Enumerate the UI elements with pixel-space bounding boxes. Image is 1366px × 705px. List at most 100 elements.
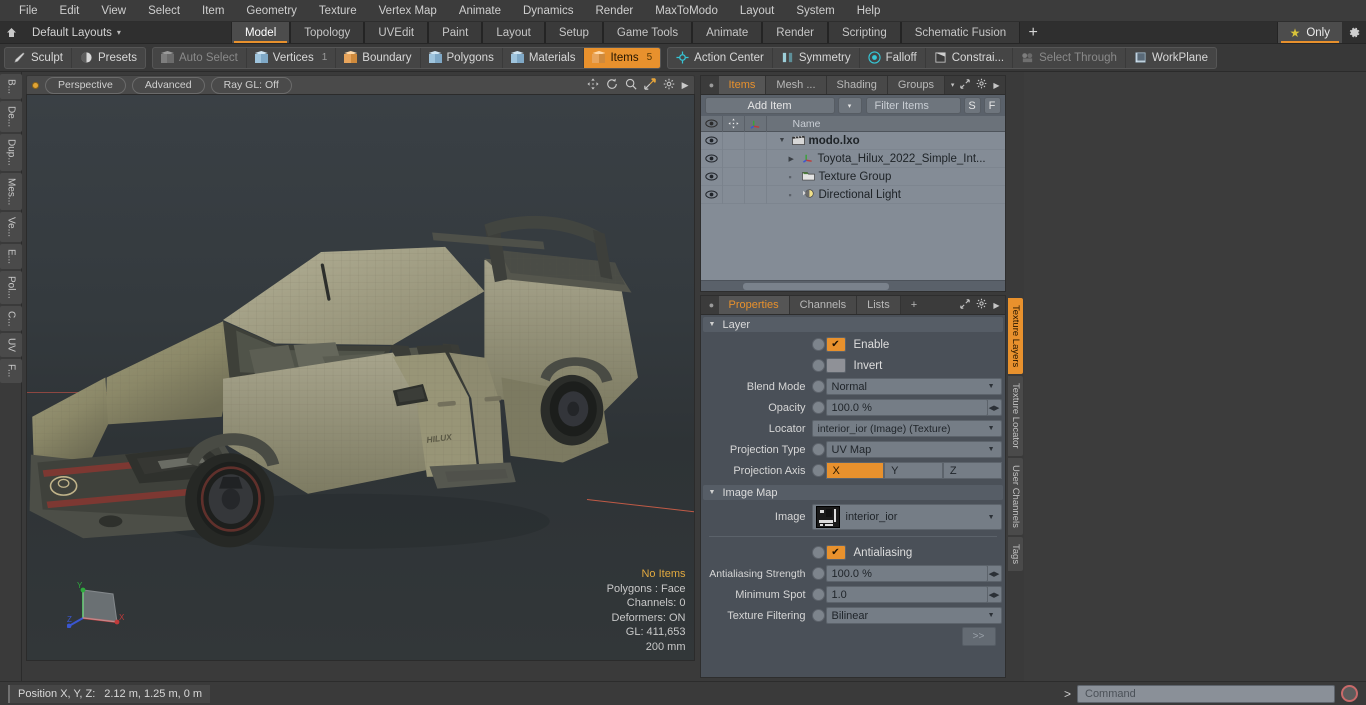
opacity-spinner[interactable]: ◀▶ <box>987 399 1002 416</box>
tab-properties[interactable]: Properties <box>719 296 790 314</box>
tab-uvedit[interactable]: UVEdit <box>364 22 428 43</box>
axis-column-cell[interactable] <box>745 186 767 204</box>
locator-dropdown[interactable]: interior_ior (Image) (Texture) <box>812 420 1002 437</box>
aa-strength-channel-gem[interactable] <box>812 567 825 580</box>
left-tab-9[interactable]: F... <box>0 359 22 382</box>
menu-item-animate[interactable]: Animate <box>448 0 512 22</box>
axis-y-button[interactable]: Y <box>884 462 943 479</box>
menu-item-item[interactable]: Item <box>191 0 235 22</box>
minimum-spot-channel-gem[interactable] <box>812 588 825 601</box>
tab-model[interactable]: Model <box>231 22 290 43</box>
projection-type-dropdown[interactable]: UV Map <box>826 441 1002 458</box>
tab-animate[interactable]: Animate <box>692 22 762 43</box>
left-tab-7[interactable]: C... <box>0 306 22 332</box>
invert-channel-gem[interactable] <box>812 359 825 372</box>
blend-mode-channel-gem[interactable] <box>812 380 825 393</box>
boundary-button[interactable]: Boundary <box>336 48 420 68</box>
tab-render[interactable]: Render <box>762 22 828 43</box>
menu-item-vertex-map[interactable]: Vertex Map <box>368 0 448 22</box>
projection-type-channel-gem[interactable] <box>812 443 825 456</box>
axis-column-cell[interactable] <box>745 150 767 168</box>
move-column-cell[interactable] <box>723 150 745 168</box>
left-tab-8[interactable]: UV <box>0 333 22 357</box>
right-tab-texture-layers[interactable]: Texture Layers <box>1008 298 1023 374</box>
viewport-raygl-button[interactable]: Ray GL: Off <box>211 77 292 94</box>
menu-item-help[interactable]: Help <box>846 0 892 22</box>
aa-strength-spinner[interactable]: ◀▶ <box>987 565 1002 582</box>
tab-setup[interactable]: Setup <box>545 22 603 43</box>
viewport-shading-button[interactable]: Advanced <box>132 77 205 94</box>
menu-item-layout[interactable]: Layout <box>729 0 786 22</box>
tab-channels[interactable]: Channels <box>790 296 857 314</box>
tab-lists[interactable]: Lists <box>857 296 901 314</box>
arrow-right-icon[interactable]: ▶ <box>993 301 999 310</box>
opacity-input[interactable]: 100.0 % <box>826 399 988 416</box>
gear-icon[interactable] <box>976 78 987 92</box>
move-column-cell[interactable] <box>723 168 745 186</box>
menu-item-edit[interactable]: Edit <box>49 0 91 22</box>
workplane-button[interactable]: WorkPlane <box>1126 48 1216 68</box>
gear-icon[interactable] <box>976 298 987 312</box>
antialiasing-channel-gem[interactable] <box>812 546 825 559</box>
add-item-dropdown[interactable]: ▾ <box>838 97 862 114</box>
tab-items[interactable]: Items <box>719 76 767 94</box>
enable-channel-gem[interactable] <box>812 338 825 351</box>
falloff-button[interactable]: Falloff <box>860 48 926 68</box>
menu-item-view[interactable]: View <box>90 0 137 22</box>
item-name[interactable]: ▪ Texture Group <box>767 170 892 184</box>
left-tab-2[interactable]: Dup... <box>0 134 22 171</box>
record-button[interactable] <box>1341 685 1358 702</box>
right-tab-tags[interactable]: Tags <box>1008 537 1023 571</box>
add-item-button[interactable]: Add Item <box>705 97 835 114</box>
action-center-button[interactable]: Action Center <box>668 48 773 68</box>
antialiasing-strength-input[interactable]: 100.0 % <box>826 565 988 582</box>
move-cross-icon[interactable] <box>723 116 745 132</box>
list-item[interactable]: ▼ modo.lxo <box>701 132 1005 150</box>
home-icon[interactable] <box>0 22 22 43</box>
tab-topology[interactable]: Topology <box>290 22 364 43</box>
eye-icon[interactable] <box>701 168 723 186</box>
viewport-projection-button[interactable]: Perspective <box>45 77 126 94</box>
filter-f-button[interactable]: F <box>984 97 1001 114</box>
auto-select-button[interactable]: Auto Select <box>153 48 247 68</box>
items-horizontal-scrollbar[interactable] <box>701 280 1005 291</box>
item-name[interactable]: ▼ modo.lxo <box>767 134 860 148</box>
minimum-spot-input[interactable]: 1.0 <box>826 586 988 603</box>
more-options-button[interactable]: >> <box>962 627 996 646</box>
filter-items-input[interactable]: Filter Items <box>866 97 961 114</box>
menu-item-render[interactable]: Render <box>584 0 644 22</box>
symmetry-button[interactable]: Symmetry <box>773 48 860 68</box>
blend-mode-dropdown[interactable]: Normal <box>826 378 1002 395</box>
texture-filtering-dropdown[interactable]: Bilinear <box>826 607 1002 624</box>
add-properties-tab[interactable]: + <box>901 296 927 314</box>
item-name[interactable]: ▪ Directional Light <box>767 188 901 202</box>
right-tab-user-channels[interactable]: User Channels <box>1008 458 1023 535</box>
tab-schematic-fusion[interactable]: Schematic Fusion <box>901 22 1020 43</box>
minimum-spot-spinner[interactable]: ◀▶ <box>987 586 1002 603</box>
list-item[interactable]: ▪ Directional Light <box>701 186 1005 204</box>
command-input[interactable]: Command <box>1077 685 1335 703</box>
projection-axis-channel-gem[interactable] <box>812 464 825 477</box>
chevron-down-icon[interactable]: ▼ <box>709 321 718 328</box>
left-tab-5[interactable]: E... <box>0 244 22 269</box>
invert-checkbox[interactable] <box>826 358 846 373</box>
default-layouts-dropdown[interactable]: Default Layouts ▾ <box>22 22 131 43</box>
expand-icon[interactable] <box>960 299 970 312</box>
tab-paint[interactable]: Paint <box>428 22 482 43</box>
move-column-cell[interactable] <box>723 132 745 150</box>
rotate-icon[interactable] <box>606 78 618 93</box>
axis-column-cell[interactable] <box>745 132 767 150</box>
chevron-down-icon[interactable]: ▾ <box>951 81 955 89</box>
fit-icon[interactable] <box>644 78 656 93</box>
left-tab-6[interactable]: Pol... <box>0 271 22 304</box>
only-toggle-button[interactable]: ★ Only <box>1277 22 1342 43</box>
menu-item-dynamics[interactable]: Dynamics <box>512 0 584 22</box>
menu-item-system[interactable]: System <box>785 0 845 22</box>
opacity-channel-gem[interactable] <box>812 401 825 414</box>
tab-mesh-ops[interactable]: Mesh ... <box>766 76 826 94</box>
list-item[interactable]: ▶ Toyota_Hilux_2022_Simple_Int... <box>701 150 1005 168</box>
expand-icon[interactable] <box>960 79 970 92</box>
items-button[interactable]: Items 5 <box>584 48 660 68</box>
chevron-down-icon[interactable]: ▼ <box>709 489 718 496</box>
polygons-button[interactable]: Polygons <box>421 48 503 68</box>
